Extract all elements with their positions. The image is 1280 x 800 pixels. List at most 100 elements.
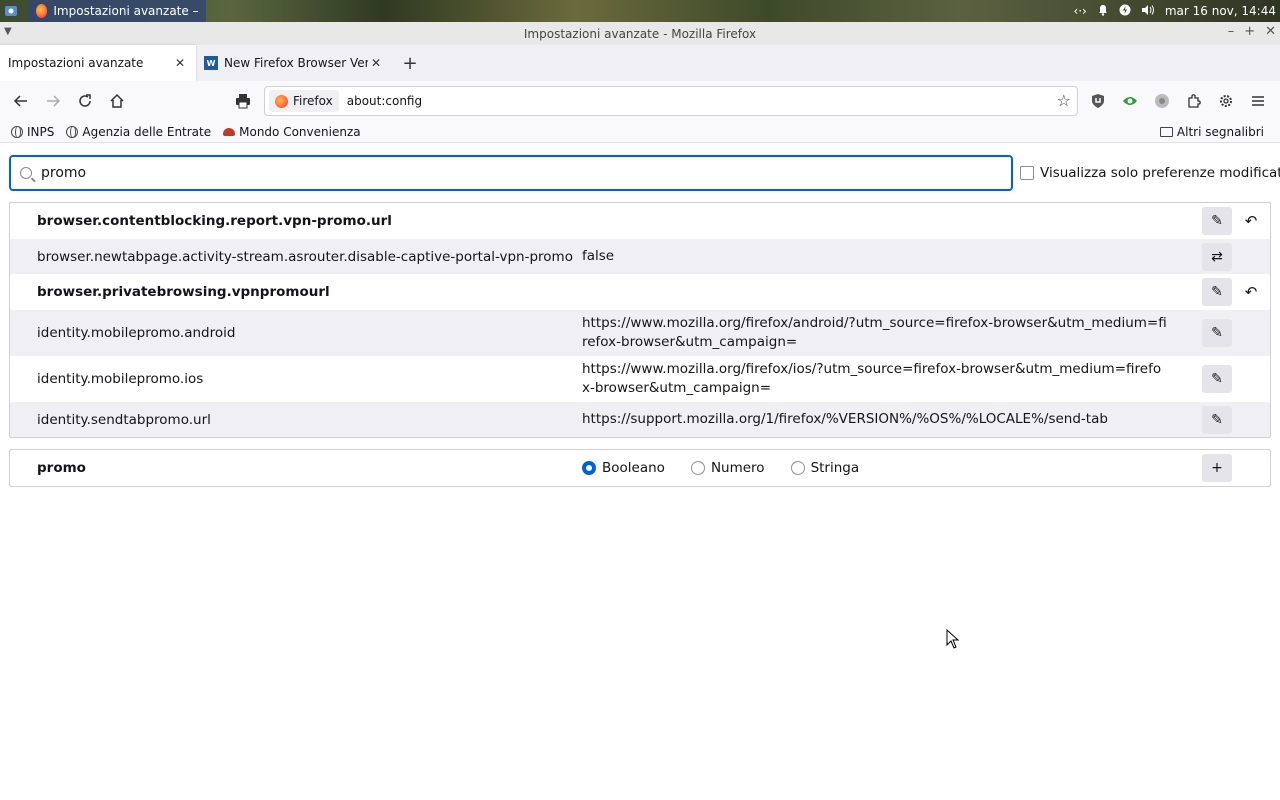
bookmark-inps[interactable]: INPS <box>5 125 60 139</box>
bookmark-star-icon[interactable]: ☆ <box>1057 91 1071 110</box>
pencil-icon: ✎ <box>1211 213 1223 229</box>
pref-name: browser.contentblocking.report.vpn-promo… <box>37 213 392 229</box>
other-bookmarks[interactable]: Altri segnalibri <box>1154 125 1270 139</box>
type-radio-number[interactable]: Numero <box>690 460 765 476</box>
mouse-cursor-icon <box>946 629 960 649</box>
pref-name: identity.mobilepromo.ios <box>37 371 204 387</box>
privacy-badger-extension-icon[interactable] <box>1114 85 1146 117</box>
extensions-puzzle-icon[interactable] <box>1178 85 1210 117</box>
tab-label: Impostazioni avanzate <box>8 56 144 70</box>
pencil-icon: ✎ <box>1211 371 1223 387</box>
reset-button[interactable]: ↶ <box>1240 283 1262 301</box>
url-bar[interactable]: Firefox about:config ☆ <box>264 86 1078 116</box>
search-icon <box>20 167 32 179</box>
globe-icon <box>66 125 79 138</box>
maximize-icon[interactable]: + <box>1244 24 1255 39</box>
window-title: Impostazioni avanzate - Mozilla Firefox <box>523 26 757 41</box>
url-input[interactable]: about:config <box>347 94 422 108</box>
pref-value: false <box>582 248 615 264</box>
edit-button[interactable]: ✎ <box>1202 207 1232 235</box>
home-icon <box>110 93 124 108</box>
edit-button[interactable]: ✎ <box>1202 278 1232 306</box>
show-modified-label: Visualizza solo preferenze modificate <box>1040 165 1280 181</box>
ublock-extension-icon[interactable] <box>1082 85 1114 117</box>
radio-dot-selected[interactable] <box>582 461 596 475</box>
add-pref-button[interactable]: + <box>1202 454 1232 482</box>
settings-gear-icon[interactable] <box>1210 85 1242 117</box>
volume-icon[interactable] <box>1141 4 1155 19</box>
tab-new-firefox-version[interactable]: W New Firefox Browser Version ✕ <box>196 45 392 81</box>
gray-extension-icon[interactable] <box>1146 85 1178 117</box>
pref-row: identity.mobilepromo.ios https://www.moz… <box>10 356 1270 402</box>
pref-name: identity.sendtabpromo.url <box>37 411 211 428</box>
close-tab-icon[interactable]: ✕ <box>368 56 384 70</box>
clock[interactable]: mar 16 nov, 14:44 <box>1165 4 1276 18</box>
globe-icon <box>11 125 23 138</box>
taskbar-firefox-window[interactable]: Impostazioni avanzate – Mo... <box>28 0 206 22</box>
back-button[interactable] <box>5 85 37 117</box>
minimize-icon[interactable]: – <box>1228 24 1235 39</box>
type-radio-boolean[interactable]: Booleano <box>582 460 665 476</box>
pref-row: browser.privatebrowsing.vpnpromourl ✎ ↶ <box>10 274 1270 310</box>
pref-value: https://support.mozilla.org/1/firefox/%V… <box>582 411 1108 427</box>
firefox-icon <box>36 4 48 18</box>
tab-label: New Firefox Browser Version <box>224 56 368 70</box>
show-modified-toggle[interactable]: Visualizza solo preferenze modificate <box>1020 165 1280 181</box>
bookmark-label: Mondo Convenienza <box>239 124 361 139</box>
pencil-icon: ✎ <box>1211 411 1223 428</box>
app-menu-icon[interactable] <box>0 0 22 22</box>
wikisource-favicon-icon: W <box>204 56 218 70</box>
add-pref-row: promo Booleano Numero Stringa + <box>9 449 1271 487</box>
pref-row: identity.mobilepromo.android https://www… <box>10 310 1270 356</box>
hamburger-menu-icon[interactable] <box>1242 85 1274 117</box>
new-tab-button[interactable]: + <box>392 45 428 81</box>
print-button[interactable] <box>227 85 259 117</box>
edit-button[interactable]: ✎ <box>1202 365 1232 393</box>
folder-icon <box>1159 126 1173 137</box>
radio-dot[interactable] <box>690 461 705 475</box>
power-icon[interactable] <box>1119 4 1131 19</box>
pref-search-input[interactable] <box>41 165 941 181</box>
pref-search-box[interactable] <box>9 155 1013 191</box>
tab-strip: Impostazioni avanzate ✕ W New Firefox Br… <box>0 45 1280 81</box>
system-tray: ‹·› mar 16 nov, 14:44 <box>1073 0 1276 22</box>
type-radio-string[interactable]: Stringa <box>790 460 859 476</box>
tab-impostazioni-avanzate[interactable]: Impostazioni avanzate ✕ <box>0 45 196 81</box>
window-menu-icon[interactable]: ▼ <box>4 26 12 37</box>
pencil-icon: ✎ <box>1211 325 1223 341</box>
other-bookmarks-label: Altri segnalibri <box>1176 124 1264 139</box>
close-tab-icon[interactable]: ✕ <box>172 56 188 70</box>
bookmark-label: Agenzia delle Entrate <box>82 124 212 139</box>
new-pref-name: promo <box>37 460 86 476</box>
show-modified-checkbox[interactable] <box>1020 166 1034 180</box>
pref-row: browser.newtabpage.activity-stream.asrou… <box>10 239 1270 274</box>
radio-dot[interactable] <box>790 461 805 475</box>
pref-name: browser.privatebrowsing.vpnpromourl <box>37 284 330 300</box>
reset-button[interactable]: ↶ <box>1240 212 1262 230</box>
pref-value: https://www.mozilla.org/firefox/android/… <box>582 315 1167 350</box>
reload-button[interactable] <box>69 85 101 117</box>
undo-icon: ↶ <box>1244 283 1258 301</box>
undo-icon: ↶ <box>1244 212 1258 230</box>
pref-name: browser.newtabpage.activity-stream.asrou… <box>37 248 573 265</box>
radio-label: Numero <box>710 460 765 476</box>
bookmark-label: INPS <box>27 124 55 139</box>
identity-box[interactable]: Firefox <box>269 90 339 112</box>
mondo-convenienza-favicon-icon <box>223 127 236 136</box>
forward-button[interactable] <box>37 85 69 117</box>
bookmark-agenzia-entrate[interactable]: Agenzia delle Entrate <box>60 125 217 139</box>
network-icon[interactable]: ‹·› <box>1073 4 1086 18</box>
pref-row: browser.contentblocking.report.vpn-promo… <box>10 203 1270 239</box>
toggle-button[interactable]: ⇄ <box>1202 242 1232 271</box>
window-titlebar: ▼ Impostazioni avanzate - Mozilla Firefo… <box>0 22 1280 45</box>
edit-button[interactable]: ✎ <box>1202 405 1232 434</box>
back-arrow-icon <box>13 95 27 107</box>
edit-button[interactable]: ✎ <box>1202 319 1232 347</box>
pref-value: https://www.mozilla.org/firefox/ios/?utm… <box>582 361 1162 396</box>
about-config-page: Visualizza solo preferenze modificate br… <box>0 144 1280 800</box>
close-window-icon[interactable]: ✕ <box>1265 24 1276 39</box>
toggle-arrows-icon: ⇄ <box>1211 248 1223 265</box>
bookmark-mondo-convenienza[interactable]: Mondo Convenienza <box>217 125 366 139</box>
notification-bell-icon[interactable] <box>1097 4 1109 19</box>
home-button[interactable] <box>101 85 133 117</box>
